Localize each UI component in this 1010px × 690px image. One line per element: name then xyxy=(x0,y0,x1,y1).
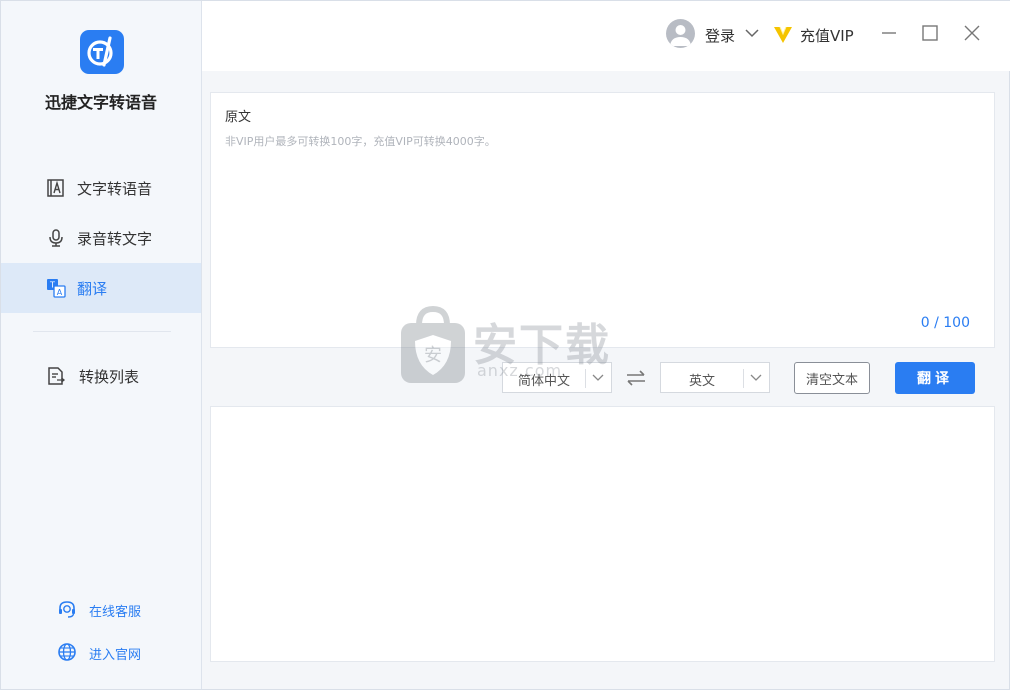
svg-text:A: A xyxy=(57,288,63,297)
maximize-icon[interactable] xyxy=(920,23,940,43)
source-text-input[interactable] xyxy=(225,133,975,293)
translation-result-panel[interactable] xyxy=(210,406,995,662)
minimize-icon[interactable] xyxy=(879,23,899,43)
sidebar-item-label: 录音转文字 xyxy=(77,230,153,248)
globe-icon xyxy=(58,643,76,661)
sidebar-item-conversion-list[interactable]: 转换列表 xyxy=(1,351,201,401)
translate-controls: 简体中文 英文 清空文本 翻译 xyxy=(202,349,1010,405)
chevron-down-icon xyxy=(750,374,762,381)
online-support-label: 在线客服 xyxy=(89,605,142,620)
microphone-icon xyxy=(49,229,63,247)
conversion-list-icon xyxy=(48,367,66,385)
target-language-select[interactable]: 英文 xyxy=(660,362,770,393)
sidebar-item-label: 文字转语音 xyxy=(77,180,153,198)
select-separator xyxy=(743,369,744,388)
title-bar: 登录 充值VIP xyxy=(202,1,1010,71)
select-separator xyxy=(585,369,586,388)
headset-icon xyxy=(59,601,75,618)
chevron-down-icon[interactable] xyxy=(745,28,759,38)
close-icon[interactable] xyxy=(962,23,982,43)
vip-crown-icon[interactable] xyxy=(772,23,794,45)
app-window: 迅捷文字转语音 文字转语音 录音转文字 T A 翻译 转换列表 在线客服 进入官… xyxy=(0,0,1010,690)
target-language-value: 英文 xyxy=(688,374,715,389)
sidebar-item-label: 翻译 xyxy=(77,280,108,298)
source-text-panel: 原文 0 / 100 xyxy=(210,92,995,348)
chevron-down-icon xyxy=(592,374,604,381)
character-counter: 0 / 100 xyxy=(920,315,970,331)
sidebar-divider xyxy=(33,331,171,332)
sidebar-item-text-to-speech[interactable]: 文字转语音 xyxy=(1,163,201,213)
login-button[interactable]: 登录 xyxy=(705,25,735,46)
translate-icon: T A xyxy=(47,279,66,298)
avatar[interactable] xyxy=(666,19,695,48)
sidebar-item-label: 转换列表 xyxy=(79,368,140,386)
sidebar-item-speech-to-text[interactable]: 录音转文字 xyxy=(1,213,201,263)
clear-text-button[interactable]: 清空文本 xyxy=(794,362,870,394)
source-language-select[interactable]: 简体中文 xyxy=(502,362,612,393)
text-to-speech-icon xyxy=(47,179,64,197)
app-name: 迅捷文字转语音 xyxy=(44,93,157,112)
app-logo-icon xyxy=(80,30,124,74)
translate-button[interactable]: 翻译 xyxy=(895,362,975,394)
source-language-value: 简体中文 xyxy=(517,374,570,389)
source-title: 原文 xyxy=(225,110,252,125)
recharge-vip-button[interactable]: 充值VIP xyxy=(800,25,854,46)
sidebar-item-translate[interactable]: T A 翻译 xyxy=(1,263,201,313)
swap-languages-icon[interactable] xyxy=(625,368,647,388)
sidebar: 迅捷文字转语音 文字转语音 录音转文字 T A 翻译 转换列表 在线客服 进入官… xyxy=(1,1,202,689)
official-website-label: 进入官网 xyxy=(89,648,142,663)
